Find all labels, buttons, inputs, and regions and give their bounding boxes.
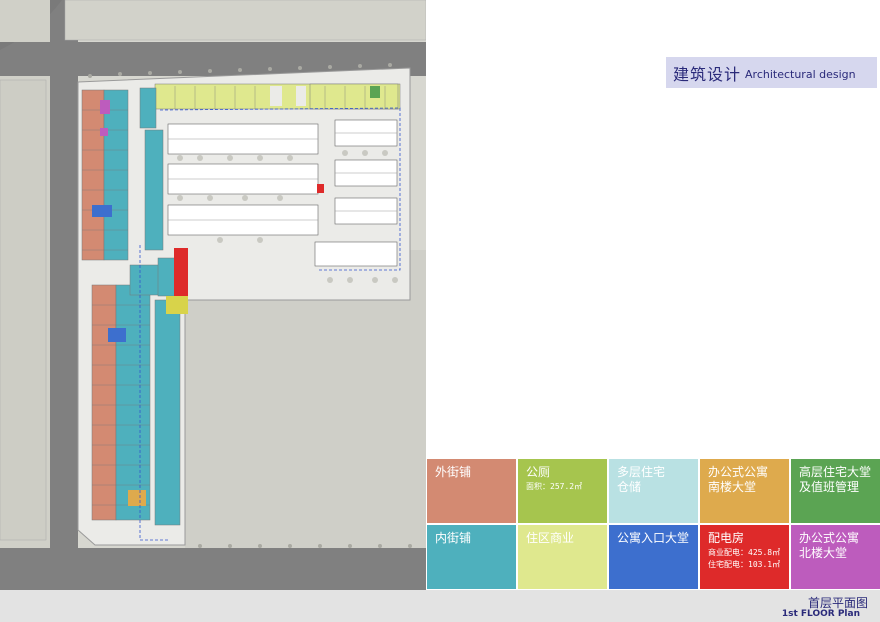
legend-label: 配电房: [708, 531, 745, 545]
title-en: Architectural design: [745, 68, 856, 81]
west-road: [50, 0, 78, 590]
legend-note: 面积：257.2㎡: [526, 482, 583, 491]
title-zh: 建筑设计: [673, 64, 742, 84]
legend-label: 住区商业: [526, 531, 575, 545]
legend-label: 内街铺: [435, 531, 472, 545]
legend-label: 公寓入口大堂: [617, 531, 690, 545]
legend-item: 高层住宅大堂 及值班管理: [791, 459, 880, 523]
legend-label: 办公式公寓 南楼大堂: [708, 465, 769, 494]
south-road: [0, 548, 426, 590]
legend-item: 多层住宅 仓储: [609, 459, 698, 523]
legend: 外街铺 公厕 面积：257.2㎡ 多层住宅 仓储 办公式公寓 南楼大堂 高层住宅大堂 及值…: [427, 459, 880, 590]
legend-item: 住区商业: [518, 525, 607, 589]
legend-label: 外街铺: [435, 465, 472, 479]
legend-item: 配电房商业配电：425.8㎡ 住宅配电：103.1㎡: [700, 525, 789, 589]
site-plan: [0, 0, 426, 590]
legend-item: 公寓入口大堂: [609, 525, 698, 589]
legend-item: 办公式公寓 北楼大堂: [791, 525, 880, 589]
footer-title-en: 1st FLOOR Plan: [781, 609, 860, 619]
legend-item: 外街铺: [427, 459, 516, 523]
legend-label: 高层住宅大堂 及值班管理: [799, 465, 872, 494]
legend-item: 公厕面积：257.2㎡: [518, 459, 607, 523]
legend-note: 住宅配电：103.1㎡: [708, 560, 781, 569]
footer-bar: 首层平面图 1st FLOOR Plan: [0, 590, 880, 622]
legend-label: 多层住宅 仓储: [617, 465, 666, 494]
legend-label: 办公式公寓 北楼大堂: [799, 531, 860, 560]
legend-note: 商业配电：425.8㎡: [708, 548, 781, 557]
legend-item: 内街铺: [427, 525, 516, 589]
title-box: 建筑设计 Architectural design: [666, 57, 877, 88]
legend-label: 公厕: [526, 465, 551, 479]
legend-item: 办公式公寓 南楼大堂: [700, 459, 789, 523]
